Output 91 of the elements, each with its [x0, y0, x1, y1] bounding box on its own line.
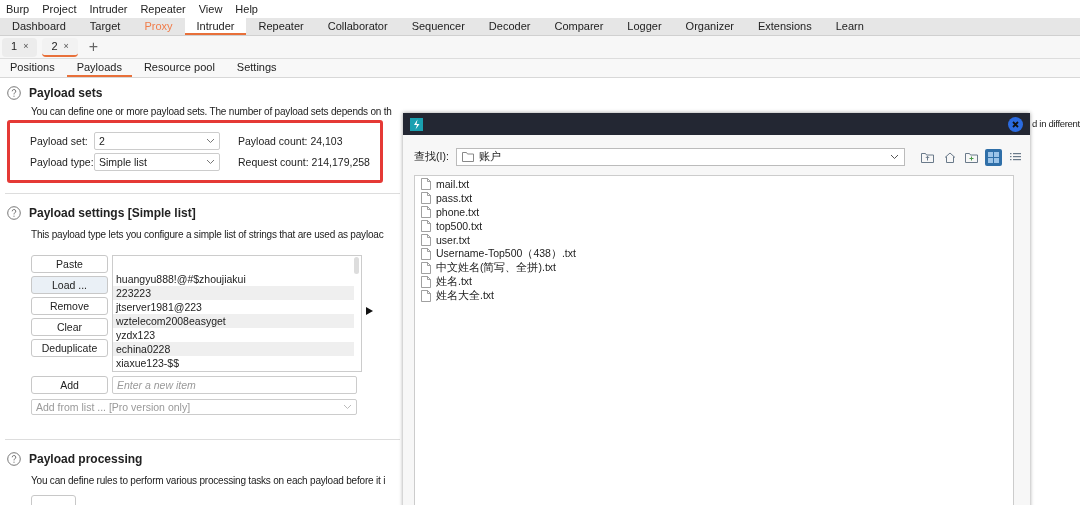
sub-tab[interactable]: Payloads: [66, 59, 132, 77]
help-icon[interactable]: [7, 86, 21, 100]
payload-count: Payload count: 24,103: [237, 135, 344, 147]
main-tab[interactable]: Repeater: [246, 18, 316, 35]
field-label: Payload set:: [30, 135, 89, 147]
file-name[interactable]: top500.txt: [436, 220, 483, 232]
home-icon: [943, 151, 956, 163]
menu-item[interactable]: Burp: [6, 3, 30, 15]
main-tab[interactable]: Decoder: [476, 18, 543, 35]
list-item[interactable]: 223223: [113, 286, 354, 300]
section-description: You can define rules to perform various processing tasks on each payload before it i: [30, 474, 386, 487]
file-name[interactable]: 中文姓名(简写、全拼).txt: [436, 261, 556, 275]
file-name[interactable]: 姓名大全.txt: [436, 289, 494, 303]
file-name[interactable]: Username-Top500（438）.txt: [436, 247, 576, 261]
caret-icon: [206, 138, 215, 144]
new-tab-button[interactable]: +: [82, 38, 105, 56]
file-icon: [421, 192, 431, 204]
request-count: Request count: 214,179,258: [237, 156, 371, 168]
folder-up-icon: [921, 151, 934, 163]
look-in-label: 查找(I):: [414, 150, 450, 164]
close-icon[interactable]: [1008, 116, 1023, 132]
help-icon[interactable]: [7, 452, 21, 466]
new-item-field[interactable]: Enter a new item: [112, 376, 357, 394]
file-icon: [421, 234, 431, 246]
list-item[interactable]: echina0228: [113, 342, 354, 356]
tab-label: 2: [51, 40, 58, 52]
list-button[interactable]: Deduplicate: [31, 339, 108, 357]
menu-item[interactable]: View: [198, 3, 223, 15]
triangle-icon: [366, 307, 373, 315]
file-name[interactable]: phone.txt: [436, 206, 480, 218]
folder-select[interactable]: 账户: [456, 148, 905, 166]
main-tab[interactable]: Comparer: [542, 18, 616, 35]
sub-tab[interactable]: Settings: [226, 59, 287, 77]
list-button[interactable]: Remove: [31, 297, 108, 315]
folder-icon: [462, 152, 474, 162]
caret-icon: [890, 154, 899, 160]
file-name[interactable]: mail.txt: [436, 178, 470, 190]
main-tab[interactable]: Collaborator: [315, 18, 400, 35]
sub-tab[interactable]: Resource pool: [133, 59, 225, 77]
grid-view-icon: [988, 151, 999, 163]
main-tab[interactable]: Logger: [615, 18, 674, 35]
file-icon: [421, 248, 431, 260]
main-tab[interactable]: Extensions: [745, 18, 824, 35]
section-title: Payload processing: [29, 452, 143, 466]
sub-tab[interactable]: Positions: [0, 59, 65, 77]
list-button[interactable]: Clear: [31, 318, 108, 336]
add-button[interactable]: Add: [31, 376, 108, 394]
section-description: This payload type lets you configure a simple list of strings that are used as payloac: [30, 228, 384, 241]
section-title: Payload sets: [29, 86, 103, 100]
list-item[interactable]: wztelecom2008easyget: [113, 314, 354, 328]
payload-type-select[interactable]: Simple list: [94, 153, 220, 171]
main-tab[interactable]: Learn: [823, 18, 876, 35]
main-tab[interactable]: Sequencer: [399, 18, 477, 35]
list-button[interactable]: Paste: [31, 255, 108, 273]
list-button[interactable]: Load ...: [31, 276, 108, 294]
app-icon: [410, 117, 423, 131]
main-tab[interactable]: Dashboard: [0, 18, 78, 35]
menu-item[interactable]: Intruder: [89, 3, 128, 15]
field-label: Payload type:: [30, 156, 94, 168]
help-icon[interactable]: [7, 206, 21, 220]
request-tab[interactable]: 2 ×: [42, 37, 78, 57]
file-icon: [421, 206, 431, 218]
list-view-icon: [1010, 152, 1021, 162]
file-icon: [421, 178, 431, 190]
main-tab[interactable]: Organizer: [673, 18, 746, 35]
file-name[interactable]: pass.txt: [436, 192, 473, 204]
menu-item[interactable]: Help: [235, 3, 258, 15]
new-folder-icon: [965, 151, 978, 163]
file-icon: [421, 276, 431, 288]
caret-icon: [343, 404, 352, 410]
scrollbar-thumb[interactable]: [354, 257, 359, 274]
main-tab[interactable]: Intruder: [184, 18, 247, 35]
request-tab[interactable]: 1 ×: [2, 37, 38, 57]
file-icon: [421, 290, 431, 302]
close-tab-button[interactable]: ×: [23, 41, 29, 51]
section-description: You can define one or more payload sets. The number of payload sets depends on th: [30, 105, 392, 118]
main-tab[interactable]: Target: [77, 18, 133, 35]
file-name[interactable]: user.txt: [436, 234, 470, 246]
file-icon: [421, 220, 431, 232]
tab-label: 1: [11, 40, 18, 52]
description-tail: d in different: [1032, 117, 1080, 130]
close-tab-button[interactable]: ×: [63, 41, 69, 51]
payload-list[interactable]: huangyu888!@#$zhoujiakui 223223 jtserver1981@223 wztelecom2008easyget yzdx123 echina0228 xiaxue123-$$: [112, 255, 362, 372]
section-title: Payload settings [Simple list]: [29, 206, 196, 220]
file-icon: [421, 262, 431, 274]
menu-item[interactable]: Project: [42, 3, 77, 15]
menu-item[interactable]: Repeater: [140, 3, 186, 15]
payload-set-select[interactable]: 2: [94, 132, 220, 150]
toolbar-button[interactable]: [985, 148, 1002, 166]
file-name[interactable]: 姓名.txt: [436, 275, 472, 289]
caret-icon: [206, 159, 215, 165]
